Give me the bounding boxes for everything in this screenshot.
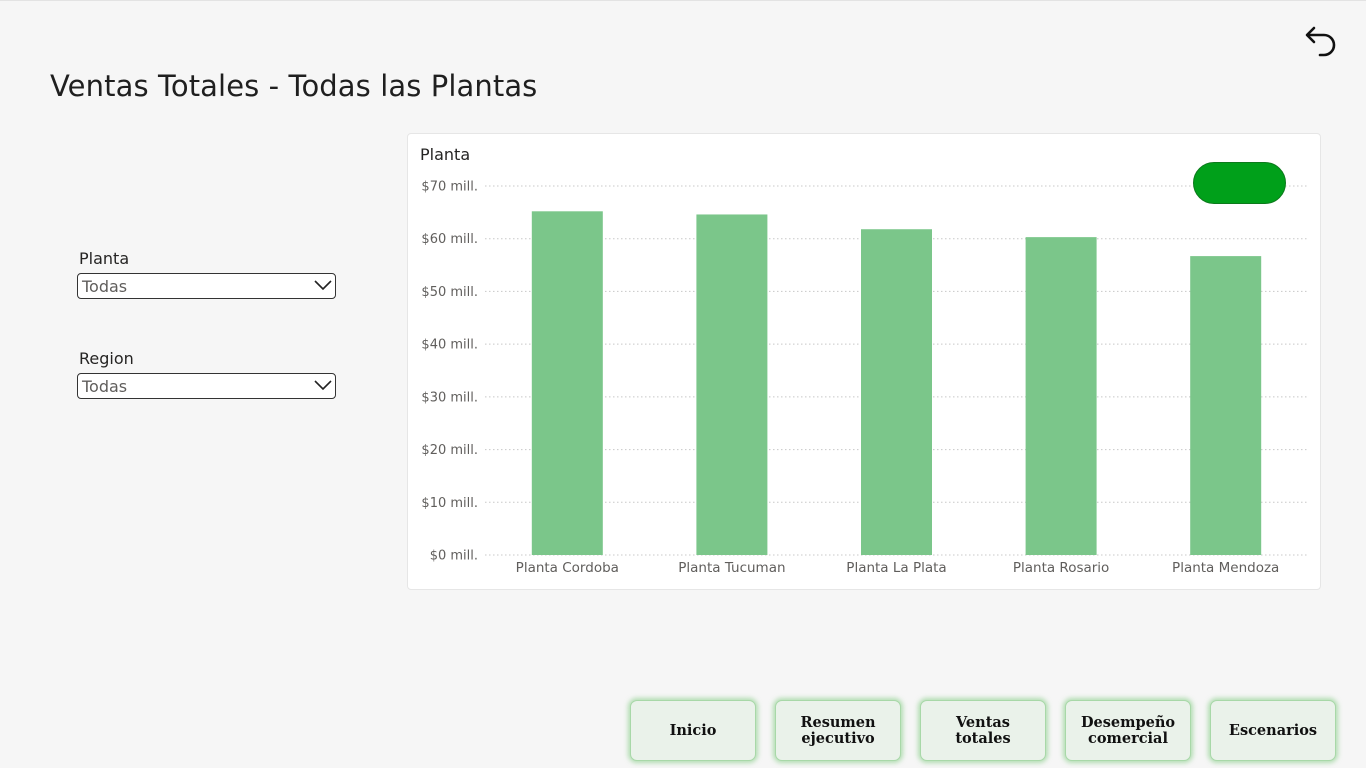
- undo-arrow-icon: [1305, 26, 1336, 57]
- chevron-down-icon: [314, 380, 332, 391]
- bar[interactable]: [1190, 256, 1262, 555]
- region-dropdown[interactable]: Todas: [77, 373, 336, 399]
- y-tick-label: $30 mill.: [421, 390, 478, 405]
- planta-dropdown-value: Todas: [82, 277, 128, 296]
- planta-dropdown[interactable]: Todas: [77, 273, 336, 299]
- planta-slicer-label: Planta: [79, 249, 130, 268]
- region-dropdown-value: Todas: [82, 377, 128, 396]
- back-button[interactable]: [1300, 21, 1340, 61]
- nav-desempeno-comercial-button[interactable]: Desempeño comercial: [1065, 700, 1191, 761]
- chevron-down-icon: [314, 280, 332, 291]
- page-title: Ventas Totales - Todas las Plantas: [50, 69, 538, 103]
- x-category-label: Planta Rosario: [1013, 560, 1109, 576]
- nav-resumen-ejecutivo-button[interactable]: Resumen ejecutivo: [775, 700, 901, 761]
- y-tick-label: $0 mill.: [430, 549, 478, 564]
- bar[interactable]: [696, 214, 768, 556]
- nav-escenarios-button[interactable]: Escenarios: [1210, 700, 1336, 761]
- x-category-label: Planta Tucuman: [678, 560, 785, 576]
- y-tick-label: $50 mill.: [421, 285, 478, 300]
- bar-chart-plot: $0 mill. $10 mill. $20 mill. $30 mill. $40 m…: [421, 180, 1308, 576]
- x-category-label: Planta Mendoza: [1172, 560, 1279, 576]
- bar[interactable]: [861, 229, 932, 555]
- y-tick-label: $70 mill.: [421, 180, 478, 195]
- y-tick-label: $60 mill.: [421, 232, 478, 247]
- y-tick-label: $10 mill.: [421, 496, 478, 511]
- y-tick-label: $40 mill.: [421, 338, 478, 353]
- nav-ventas-totales-button[interactable]: Ventas totales: [920, 700, 1046, 761]
- bar[interactable]: [531, 211, 603, 555]
- chart-toggle-button[interactable]: [1193, 162, 1286, 204]
- region-slicer: Region Todas: [77, 349, 336, 399]
- y-tick-label: $20 mill.: [421, 443, 478, 458]
- bar[interactable]: [1025, 237, 1097, 555]
- region-slicer-label: Region: [79, 349, 134, 368]
- planta-slicer: Planta Todas: [77, 249, 336, 299]
- x-category-label: Planta Cordoba: [516, 560, 619, 576]
- nav-inicio-button[interactable]: Inicio: [630, 700, 756, 761]
- sales-by-plant-chart: Planta $0 mill. $10 mill. $20 mill. $30 mil…: [407, 133, 1321, 590]
- x-category-label: Planta La Plata: [846, 560, 946, 576]
